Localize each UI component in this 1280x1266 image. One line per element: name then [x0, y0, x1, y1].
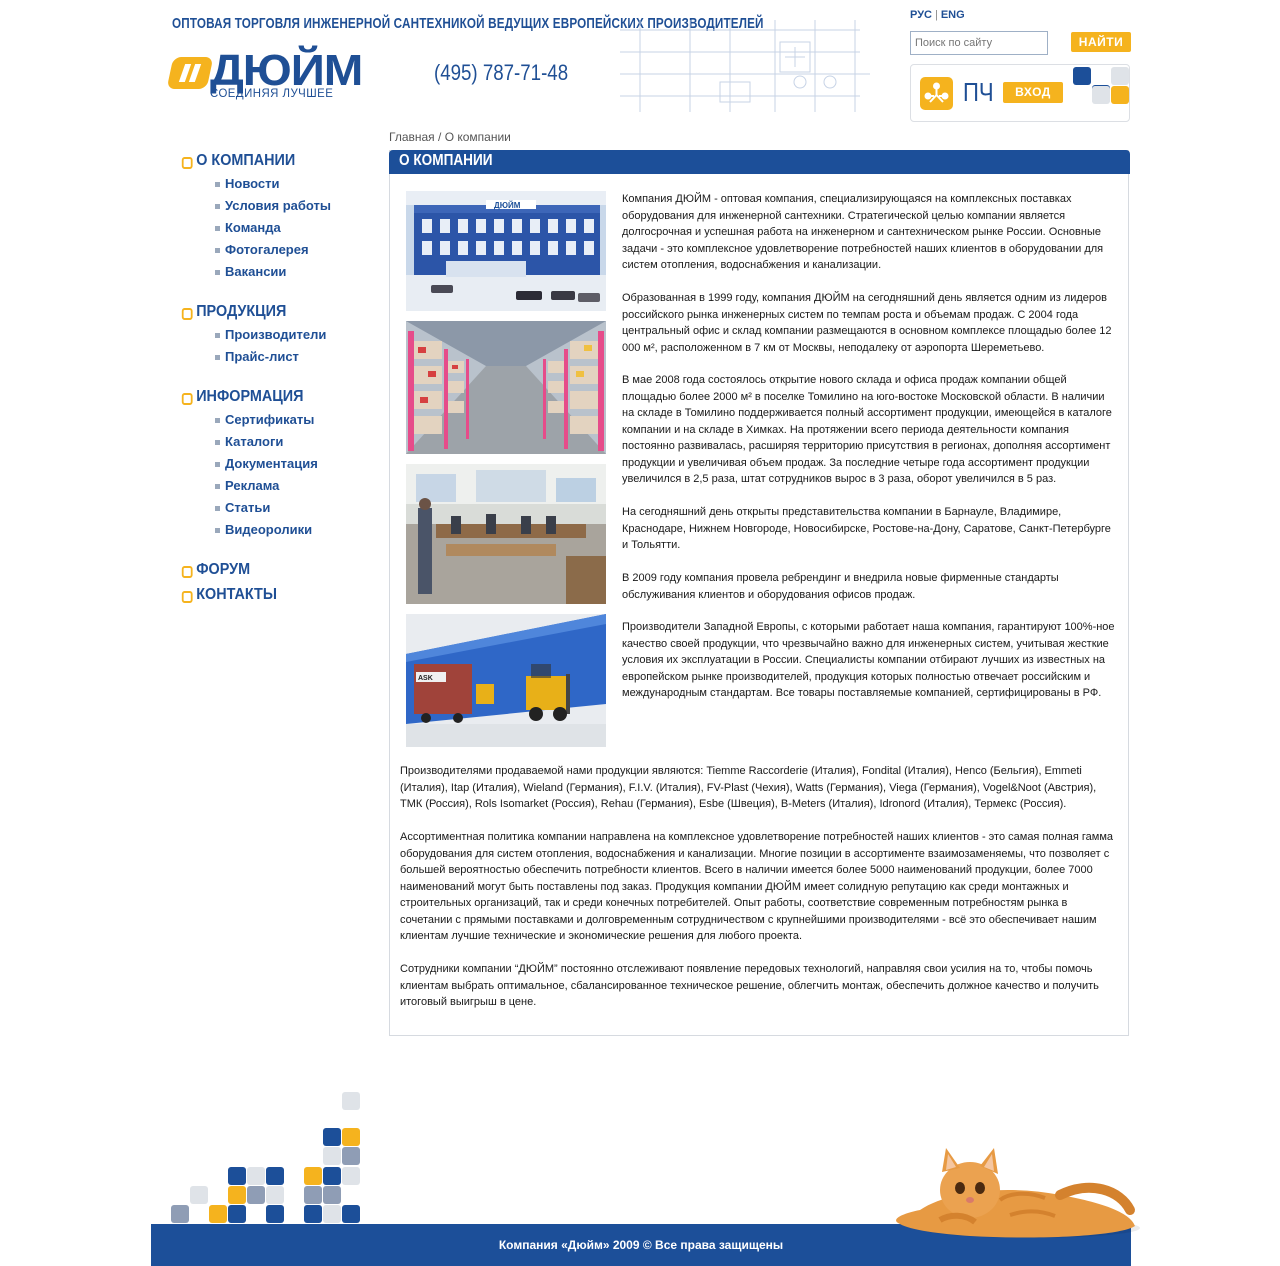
breadcrumb: Главная / О компании [389, 130, 511, 144]
nav-item-gallery[interactable]: Фотогалерея [215, 242, 309, 257]
nav-item-conditions[interactable]: Условия работы [215, 198, 331, 213]
nav-section-forum: ФОРУМ [180, 561, 258, 579]
breadcrumb-separator: / [434, 130, 445, 144]
nav-item-advertising[interactable]: Реклама [214, 478, 279, 493]
nav-section-title[interactable]: О КОМПАНИИ [180, 152, 295, 170]
office-building-photo: ДЮЙМ [406, 191, 606, 311]
nav-section-company: О КОМПАНИИ [180, 152, 308, 170]
nav-section-contacts: КОНТАКТЫ [180, 586, 288, 604]
lang-en-link[interactable]: ENG [941, 9, 965, 21]
main-content: О КОМПАНИИ ДЮЙМ ASK Компания ДЮЙМ - опто… [389, 150, 1130, 1036]
search-button[interactable]: НАЙТИ [1071, 32, 1131, 52]
paragraph-assortment: Ассортиментная политика компании направл… [400, 831, 1114, 942]
site-header: ОПТОВАЯ ТОРГОВЛЯ ИНЖЕНЕРНОЙ САНТЕХНИКОЙ … [0, 0, 1280, 125]
page-title: О КОМПАНИИ [399, 152, 493, 169]
paragraph-history: Образованная в 1999 году, компания ДЮЙМ … [622, 292, 1112, 354]
copyright-text: Компания «Дюйм» 2009 © Все права защищен… [498, 1238, 784, 1252]
paragraph-quality: Производители Западной Европы, с которым… [622, 621, 1115, 699]
paragraph-manufacturers: Производителями продаваемой нами продукц… [400, 765, 1097, 810]
nav-section-title[interactable]: ИНФОРМАЦИЯ [180, 388, 303, 406]
paragraph-rebranding: В 2009 году компания провела ребрендинг … [622, 572, 1059, 601]
nav-item-pricelist[interactable]: Прайс-лист [215, 349, 299, 364]
loading-dock-photo: ASK [406, 614, 606, 747]
blueprint-decoration [620, 20, 870, 112]
nav-section-title[interactable]: КОНТАКТЫ [180, 586, 277, 604]
lang-ru-link[interactable]: РУС [910, 9, 932, 21]
warehouse-photo [406, 321, 606, 454]
paragraph-staff: Сотрудники компании “ДЮЙМ” постоянно отс… [400, 963, 1099, 1008]
site-logo[interactable]: ДЮЙМ СОЕДИНЯЯ ЛУЧШЕЕ [166, 46, 400, 102]
nav-section-info: ИНФОРМАЦИЯ [180, 388, 317, 406]
lang-separator: | [934, 9, 938, 21]
partner-login-box: ПЧ ВХОД [910, 64, 1130, 122]
phone-number: (495) 787-71-48 [434, 60, 569, 85]
search-input[interactable] [910, 31, 1048, 55]
logo-slogan: СОЕДИНЯЯ ЛУЧШЕЕ [210, 86, 334, 100]
breadcrumb-current: О компании [444, 130, 511, 144]
paragraph-tomilino: В мае 2008 года состоялось открытие ново… [622, 374, 1112, 485]
decor-square [1111, 67, 1129, 85]
logo-mark-icon [166, 57, 214, 89]
decor-square [1092, 86, 1110, 104]
language-switcher: РУС | ENG [910, 9, 965, 21]
nav-item-vacancies[interactable]: Вакансии [214, 264, 286, 279]
sales-office-photo [406, 464, 606, 604]
nav-section-title[interactable]: ПРОДУКЦИЯ [180, 303, 286, 321]
decor-mosaic [171, 1092, 360, 1223]
decor-square [1111, 86, 1129, 104]
nav-item-documentation[interactable]: Документация [215, 456, 318, 471]
login-button[interactable]: ВХОД [1003, 82, 1063, 103]
content-header: О КОМПАНИИ [389, 150, 1130, 174]
nav-item-manufacturers[interactable]: Производители [214, 327, 326, 342]
nav-item-certificates[interactable]: Сертификаты [214, 412, 314, 427]
building-sign-text: ДЮЙМ [494, 201, 521, 210]
svg-text:ASK: ASK [418, 675, 433, 682]
nav-item-articles[interactable]: Статьи [214, 500, 270, 515]
nav-section-products: ПРОДУКЦИЯ [180, 303, 298, 321]
paragraph-regions: На сегодняшний день открыты представител… [622, 506, 1111, 551]
breadcrumb-home-link[interactable]: Главная [389, 130, 435, 144]
nav-item-videos[interactable]: Видеоролики [214, 522, 312, 537]
decor-square [1073, 67, 1091, 85]
nav-item-news[interactable]: Новости [215, 176, 280, 191]
paragraph-intro: Компания ДЮЙМ - оптовая компания, специа… [622, 193, 1104, 271]
nav-item-catalogs[interactable]: Каталоги [214, 434, 283, 449]
partner-label: ПЧ [963, 77, 994, 107]
nav-section-title[interactable]: ФОРУМ [180, 561, 250, 579]
kitten-image [896, 1148, 1140, 1238]
people-network-icon[interactable] [920, 77, 953, 110]
nav-item-team[interactable]: Команда [215, 220, 281, 235]
